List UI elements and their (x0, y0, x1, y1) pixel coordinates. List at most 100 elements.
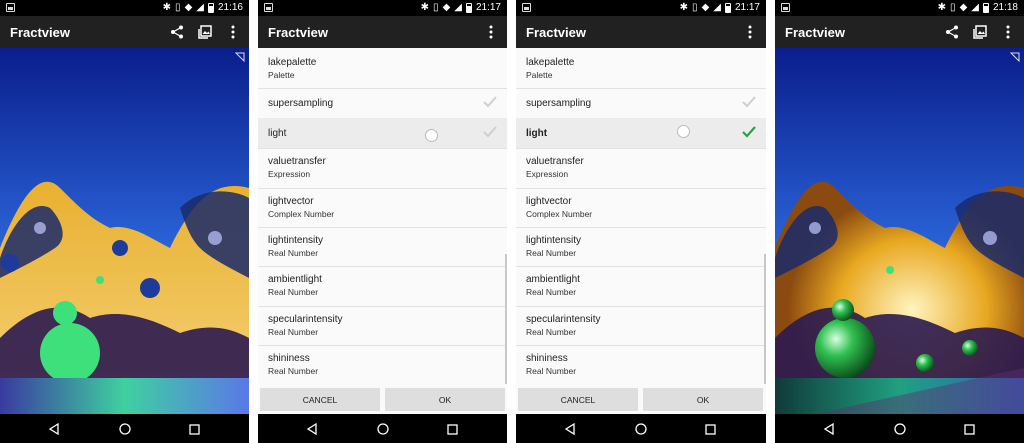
recent-apps-icon[interactable] (444, 421, 460, 437)
ok-button[interactable]: OK (385, 388, 505, 411)
parameter-list[interactable]: lakepalette Palette supersampling light … (516, 48, 766, 385)
scrollbar[interactable] (505, 254, 507, 384)
navigation-bar (775, 414, 1024, 443)
status-time: 21:17 (475, 2, 501, 13)
recent-apps-icon[interactable] (186, 421, 202, 437)
list-item-lightintensity[interactable]: lightintensity Real Number (516, 227, 766, 267)
phone-screen-4: ✱ ▯ ◆ ◢ 21:18 Fractview (775, 0, 1024, 443)
home-icon[interactable] (892, 421, 908, 437)
back-icon[interactable] (46, 421, 62, 437)
app-bar: Fractview (516, 16, 766, 48)
home-icon[interactable] (375, 421, 391, 437)
list-item-supersampling[interactable]: supersampling (258, 88, 507, 119)
check-icon[interactable] (483, 96, 497, 108)
vibrate-icon: ▯ (950, 2, 956, 13)
battery-icon (207, 3, 214, 13)
image-icon[interactable] (972, 23, 988, 41)
wifi-icon: ◆ (184, 2, 193, 13)
signal-icon: ◢ (454, 2, 462, 13)
list-item-lakepalette[interactable]: lakepalette Palette (516, 48, 766, 89)
list-item-supersampling[interactable]: supersampling (516, 88, 766, 119)
list-item-ambientlight[interactable]: ambientlight Real Number (258, 266, 507, 307)
dialog-buttons: CANCEL OK (258, 385, 507, 414)
bluetooth-icon: ✱ (420, 2, 430, 13)
list-item-lakepalette[interactable]: lakepalette Palette (258, 48, 507, 89)
list-item-shininess[interactable]: shininess Real Number (258, 345, 507, 385)
app-title: Fractview (10, 25, 70, 40)
corner-triangle-icon (235, 52, 245, 62)
signal-icon: ◢ (196, 2, 204, 13)
check-icon[interactable] (742, 126, 756, 138)
wifi-icon: ◆ (442, 2, 451, 13)
recent-apps-icon[interactable] (961, 421, 977, 437)
ok-button[interactable]: OK (643, 388, 763, 411)
screenshot-strip: ✱ ▯ ◆ ◢ 21:16 Fractview ✱ ▯ ◆ ◢ 21:17 Fr… (0, 0, 1024, 443)
signal-icon: ◢ (971, 2, 979, 13)
vibrate-icon: ▯ (175, 2, 181, 13)
battery-icon (724, 3, 731, 13)
fractal-canvas[interactable] (0, 48, 249, 414)
share-icon[interactable] (944, 23, 960, 41)
list-item-shininess[interactable]: shininess Real Number (516, 345, 766, 385)
gallery-notification-icon (781, 3, 790, 12)
vibrate-icon: ▯ (692, 2, 698, 13)
recent-apps-icon[interactable] (702, 421, 718, 437)
phone-screen-3: ✱ ▯ ◆ ◢ 21:17 Fractview lakepalette Pale… (516, 0, 766, 443)
check-icon[interactable] (483, 126, 497, 138)
list-item-valuetransfer[interactable]: valuetransfer Expression (516, 148, 766, 189)
list-item-lightvector[interactable]: lightvector Complex Number (258, 188, 507, 228)
status-time: 21:18 (992, 2, 1018, 13)
status-bar: ✱ ▯ ◆ ◢ 21:18 (775, 0, 1024, 16)
check-icon[interactable] (742, 96, 756, 108)
bluetooth-icon: ✱ (679, 2, 689, 13)
wifi-icon: ◆ (701, 2, 710, 13)
signal-icon: ◢ (713, 2, 721, 13)
list-item-lightvector[interactable]: lightvector Complex Number (516, 188, 766, 228)
cancel-button[interactable]: CANCEL (518, 388, 638, 411)
app-bar: Fractview (0, 16, 249, 48)
share-icon[interactable] (169, 23, 185, 41)
navigation-bar (516, 414, 766, 443)
fractal-canvas[interactable] (775, 48, 1024, 414)
navigation-bar (258, 414, 507, 443)
app-bar: Fractview (258, 16, 507, 48)
overflow-menu-icon[interactable] (742, 23, 758, 41)
app-title: Fractview (785, 25, 845, 40)
status-bar: ✱ ▯ ◆ ◢ 21:17 (516, 0, 766, 16)
back-icon[interactable] (304, 421, 320, 437)
touch-indicator (425, 129, 438, 142)
back-icon[interactable] (821, 421, 837, 437)
navigation-bar (0, 414, 249, 443)
app-title: Fractview (268, 25, 328, 40)
list-item-specularintensity[interactable]: specularintensity Real Number (258, 306, 507, 346)
scrollbar[interactable] (764, 254, 766, 384)
status-bar: ✱ ▯ ◆ ◢ 21:16 (0, 0, 249, 16)
bluetooth-icon: ✱ (937, 2, 947, 13)
vibrate-icon: ▯ (433, 2, 439, 13)
corner-triangle-icon (1010, 52, 1020, 62)
overflow-menu-icon[interactable] (225, 23, 241, 41)
battery-icon (465, 3, 472, 13)
list-item-light[interactable]: light (258, 118, 507, 149)
list-item-light[interactable]: light (516, 118, 766, 149)
overflow-menu-icon[interactable] (1000, 23, 1016, 41)
wifi-icon: ◆ (959, 2, 968, 13)
list-item-ambientlight[interactable]: ambientlight Real Number (516, 266, 766, 307)
cancel-button[interactable]: CANCEL (260, 388, 380, 411)
phone-screen-2: ✱ ▯ ◆ ◢ 21:17 Fractview lakepalette Pale… (258, 0, 507, 443)
home-icon[interactable] (633, 421, 649, 437)
list-item-specularintensity[interactable]: specularintensity Real Number (516, 306, 766, 346)
back-icon[interactable] (562, 421, 578, 437)
app-bar: Fractview (775, 16, 1024, 48)
overflow-menu-icon[interactable] (483, 23, 499, 41)
image-icon[interactable] (197, 23, 213, 41)
list-item-lightintensity[interactable]: lightintensity Real Number (258, 227, 507, 267)
parameter-list[interactable]: lakepalette Palette supersampling light … (258, 48, 507, 385)
home-icon[interactable] (117, 421, 133, 437)
battery-icon (982, 3, 989, 13)
parameter-dialog: lakepalette Palette supersampling light … (258, 48, 507, 414)
parameter-dialog: lakepalette Palette supersampling light … (516, 48, 766, 414)
bluetooth-icon: ✱ (162, 2, 172, 13)
status-time: 21:16 (217, 2, 243, 13)
list-item-valuetransfer[interactable]: valuetransfer Expression (258, 148, 507, 189)
